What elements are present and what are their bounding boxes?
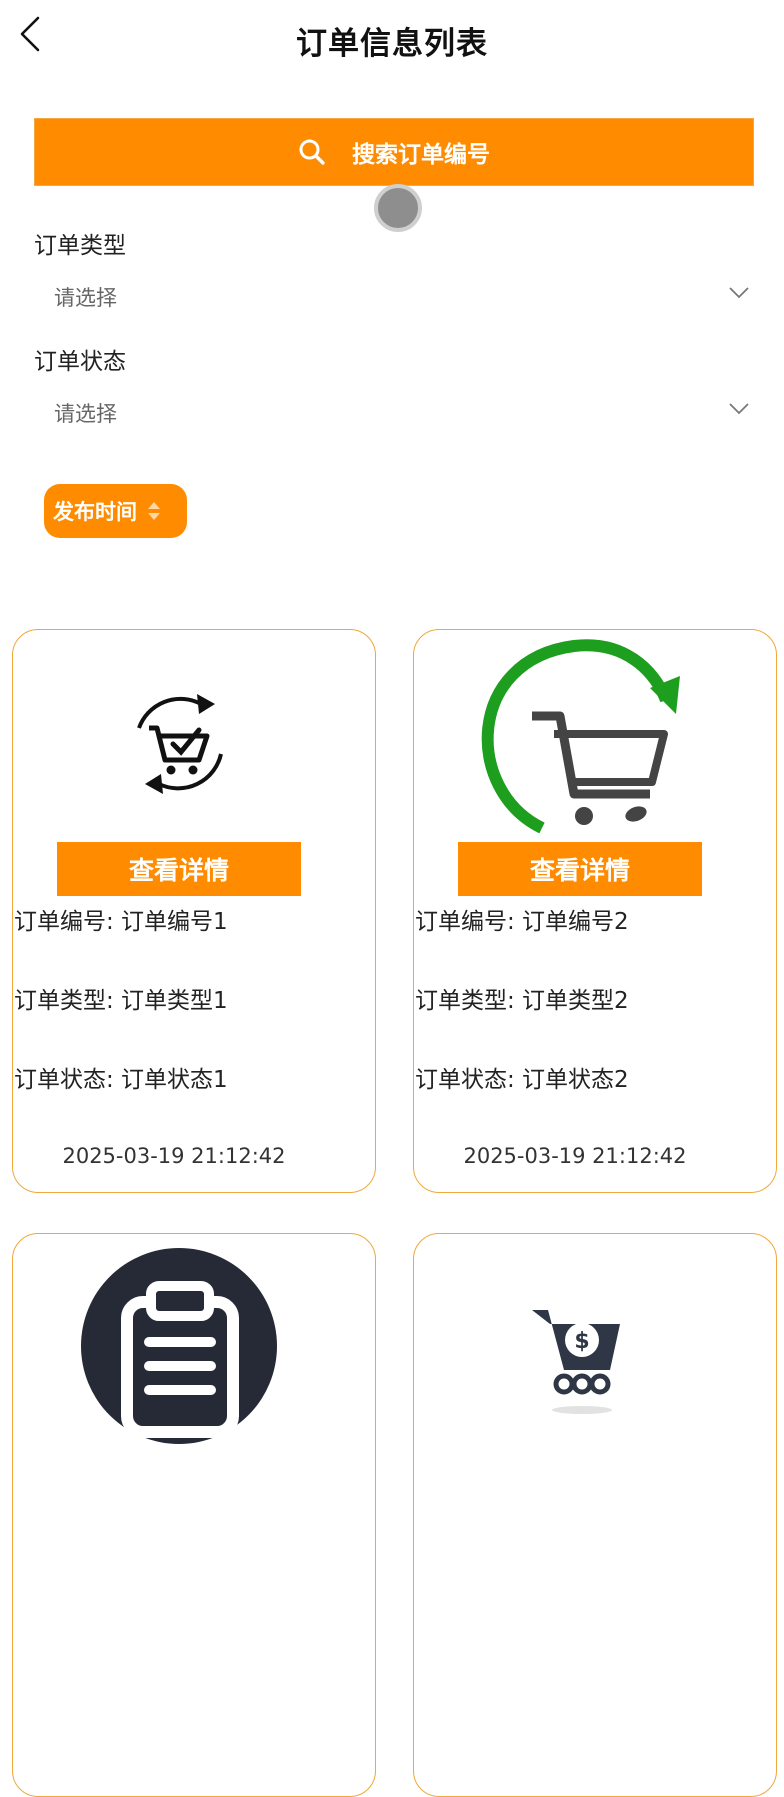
- clipboard-icon: [81, 1248, 277, 1444]
- search-button[interactable]: 搜索订单编号: [34, 118, 754, 186]
- order-type-placeholder: 请选择: [54, 286, 117, 310]
- order-time: 2025-03-19 21:12:42: [62, 1144, 286, 1168]
- order-image: $: [414, 1234, 776, 1444]
- view-detail-button[interactable]: 查看详情: [458, 842, 702, 896]
- order-status-label: 订单状态: [34, 349, 126, 375]
- touch-indicator: [374, 184, 422, 232]
- order-card[interactable]: [12, 1233, 376, 1797]
- cart-check-cycle-icon: [137, 694, 223, 794]
- order-card[interactable]: 查看详情 订单编号: 订单编号2 订单类型: 订单类型2 订单状态: 订单状态2…: [413, 629, 777, 1193]
- order-time: 2025-03-19 21:12:42: [463, 1144, 687, 1168]
- order-status: 订单状态: 订单状态2: [415, 1067, 629, 1093]
- sort-arrows-icon: [148, 502, 160, 520]
- view-detail-button[interactable]: 查看详情: [57, 842, 301, 896]
- order-status-placeholder: 请选择: [54, 402, 117, 426]
- order-number: 订单编号: 订单编号2: [415, 909, 629, 935]
- order-image: [13, 630, 375, 840]
- order-type-select[interactable]: 请选择: [34, 276, 750, 316]
- order-number: 订单编号: 订单编号1: [14, 909, 228, 935]
- sort-label: 发布时间: [53, 500, 137, 524]
- order-status-select[interactable]: 请选择: [34, 392, 750, 432]
- top-bar: 订单信息列表: [0, 0, 784, 80]
- order-type: 订单类型: 订单类型1: [14, 988, 228, 1014]
- order-image: [13, 1234, 375, 1444]
- search-icon: [299, 139, 325, 165]
- chevron-down-icon: [729, 287, 749, 299]
- cart-dollar-icon: $: [532, 1310, 620, 1414]
- page-title: 订单信息列表: [296, 26, 488, 62]
- chevron-down-icon: [729, 403, 749, 415]
- sort-by-time-button[interactable]: 发布时间: [44, 484, 187, 538]
- order-card[interactable]: 查看详情 订单编号: 订单编号1 订单类型: 订单类型1 订单状态: 订单状态1…: [12, 629, 376, 1193]
- order-card[interactable]: $: [413, 1233, 777, 1797]
- search-label: 搜索订单编号: [352, 142, 490, 168]
- order-type: 订单类型: 订单类型2: [415, 988, 629, 1014]
- order-status: 订单状态: 订单状态1: [14, 1067, 228, 1093]
- order-type-label: 订单类型: [34, 233, 126, 259]
- order-image: [414, 630, 776, 840]
- svg-text:$: $: [574, 1329, 589, 1354]
- cart-green-arrow-icon: [481, 639, 680, 834]
